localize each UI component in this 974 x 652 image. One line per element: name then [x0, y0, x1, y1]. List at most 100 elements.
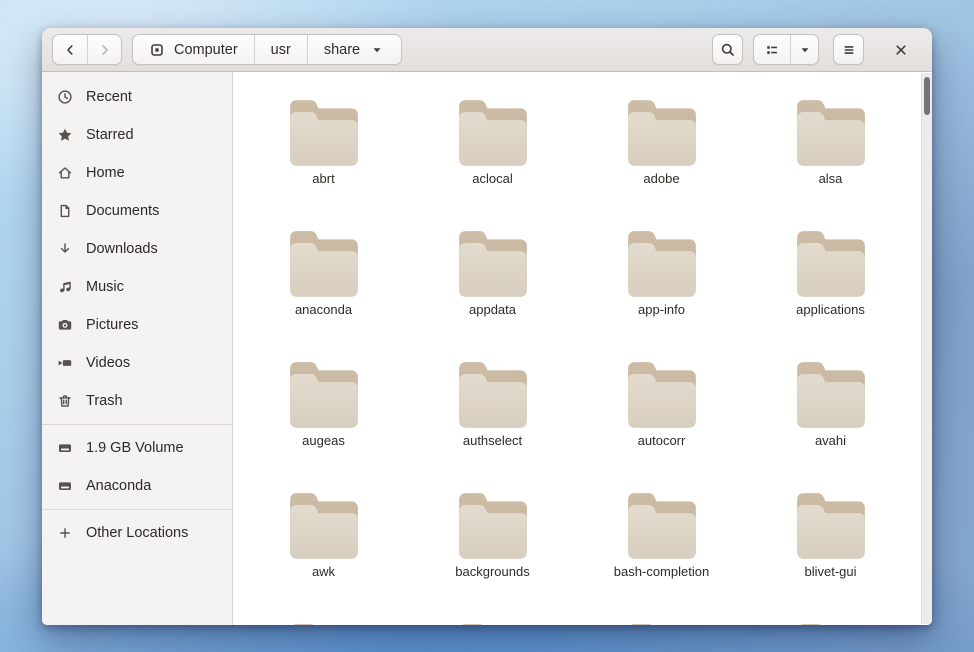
- folder-icon: [285, 96, 363, 170]
- scrollbar[interactable]: [921, 73, 932, 624]
- drive-icon: [57, 478, 73, 494]
- menu-button[interactable]: [833, 34, 864, 65]
- folder-item-partial[interactable]: [408, 620, 577, 625]
- sidebar-item-label: Recent: [86, 89, 132, 105]
- path-segment-usr[interactable]: usr: [254, 35, 307, 64]
- folder-icon: [792, 620, 870, 625]
- search-icon: [720, 42, 736, 58]
- folder-icon: [792, 227, 870, 301]
- folder-icon: [285, 358, 363, 432]
- forward-button[interactable]: [87, 35, 121, 64]
- sidebar-item-music[interactable]: Music: [42, 268, 232, 306]
- sidebar-item-trash[interactable]: Trash: [42, 382, 232, 420]
- titlebar: Computer usr share: [42, 28, 932, 72]
- folder-icon: [623, 227, 701, 301]
- downloads-icon: [57, 241, 73, 257]
- sidebar-item-label: Downloads: [86, 241, 158, 257]
- folder-item[interactable]: appdata: [408, 227, 577, 358]
- folder-icon: [454, 358, 532, 432]
- close-button[interactable]: [886, 35, 916, 65]
- sidebar-item-label: Anaconda: [86, 478, 151, 494]
- folder-label: applications: [796, 302, 865, 317]
- home-icon: [57, 165, 73, 181]
- caret-down-icon: [797, 42, 813, 58]
- folder-label: appdata: [469, 302, 516, 317]
- sidebar-item-label: Documents: [86, 203, 159, 219]
- search-button[interactable]: [712, 34, 743, 65]
- folder-item[interactable]: applications: [746, 227, 915, 358]
- sidebar-item-recent[interactable]: Recent: [42, 78, 232, 116]
- folder-item[interactable]: backgrounds: [408, 489, 577, 620]
- sidebar-separator: [42, 509, 232, 510]
- caret-down-icon[interactable]: [369, 42, 385, 58]
- file-view[interactable]: abrt aclocal adobe alsa anaconda: [233, 72, 932, 625]
- folder-label: autocorr: [638, 433, 686, 448]
- sidebar-separator: [42, 424, 232, 425]
- folder-item[interactable]: adobe: [577, 96, 746, 227]
- sidebar: Recent Starred Home Documents: [42, 72, 233, 625]
- folder-item[interactable]: app-info: [577, 227, 746, 358]
- folder-item[interactable]: authselect: [408, 358, 577, 489]
- folder-item[interactable]: abrt: [239, 96, 408, 227]
- scrollbar-thumb[interactable]: [924, 77, 930, 115]
- pictures-icon: [57, 317, 73, 333]
- path-segment-share[interactable]: share: [307, 35, 401, 64]
- view-options-button[interactable]: [790, 35, 818, 64]
- sidebar-item-volume[interactable]: 1.9 GB Volume: [42, 429, 232, 467]
- list-view-button[interactable]: [754, 35, 790, 64]
- folder-item[interactable]: augeas: [239, 358, 408, 489]
- folder-label: alsa: [819, 171, 843, 186]
- folder-icon: [623, 489, 701, 563]
- path-label-share: share: [324, 42, 360, 58]
- sidebar-item-label: Home: [86, 165, 125, 181]
- path-segment-computer[interactable]: Computer: [133, 35, 254, 64]
- path-bar: Computer usr share: [132, 34, 402, 65]
- sidebar-item-downloads[interactable]: Downloads: [42, 230, 232, 268]
- folder-label: abrt: [312, 171, 334, 186]
- folder-icon: [623, 96, 701, 170]
- folder-item[interactable]: aclocal: [408, 96, 577, 227]
- sidebar-item-label: Other Locations: [86, 525, 188, 541]
- folder-icon: [454, 227, 532, 301]
- folder-label: anaconda: [295, 302, 352, 317]
- folder-item-partial[interactable]: [239, 620, 408, 625]
- sidebar-item-documents[interactable]: Documents: [42, 192, 232, 230]
- plus-icon: [57, 525, 73, 541]
- sidebar-item-other-locations[interactable]: Other Locations: [42, 514, 232, 552]
- sidebar-item-home[interactable]: Home: [42, 154, 232, 192]
- folder-label: authselect: [463, 433, 522, 448]
- sidebar-item-label: Trash: [86, 393, 123, 409]
- sidebar-item-label: Starred: [86, 127, 134, 143]
- back-button[interactable]: [53, 35, 87, 64]
- sidebar-item-label: 1.9 GB Volume: [86, 440, 184, 456]
- folder-label: awk: [312, 564, 335, 579]
- folder-item[interactable]: alsa: [746, 96, 915, 227]
- folder-item-partial[interactable]: [577, 620, 746, 625]
- folder-label: backgrounds: [455, 564, 529, 579]
- folder-label: app-info: [638, 302, 685, 317]
- folder-label: augeas: [302, 433, 345, 448]
- path-label-usr: usr: [271, 42, 291, 58]
- path-label-computer: Computer: [174, 42, 238, 58]
- sidebar-item-starred[interactable]: Starred: [42, 116, 232, 154]
- videos-icon: [57, 355, 73, 371]
- folder-item[interactable]: awk: [239, 489, 408, 620]
- folder-item[interactable]: bash-completion: [577, 489, 746, 620]
- folder-item[interactable]: blivet-gui: [746, 489, 915, 620]
- folder-item[interactable]: anaconda: [239, 227, 408, 358]
- folder-item[interactable]: autocorr: [577, 358, 746, 489]
- sidebar-item-pictures[interactable]: Pictures: [42, 306, 232, 344]
- folder-icon: [792, 358, 870, 432]
- folder-item[interactable]: avahi: [746, 358, 915, 489]
- folder-icon: [792, 96, 870, 170]
- folder-label: bash-completion: [614, 564, 709, 579]
- sidebar-item-anaconda[interactable]: Anaconda: [42, 467, 232, 505]
- view-toggle-group: [753, 34, 819, 65]
- sidebar-item-videos[interactable]: Videos: [42, 344, 232, 382]
- folder-label: aclocal: [472, 171, 512, 186]
- folder-icon: [454, 489, 532, 563]
- file-manager-window: Computer usr share: [42, 28, 932, 625]
- sidebar-item-label: Videos: [86, 355, 130, 371]
- folder-item-partial[interactable]: [746, 620, 915, 625]
- drive-icon: [57, 440, 73, 456]
